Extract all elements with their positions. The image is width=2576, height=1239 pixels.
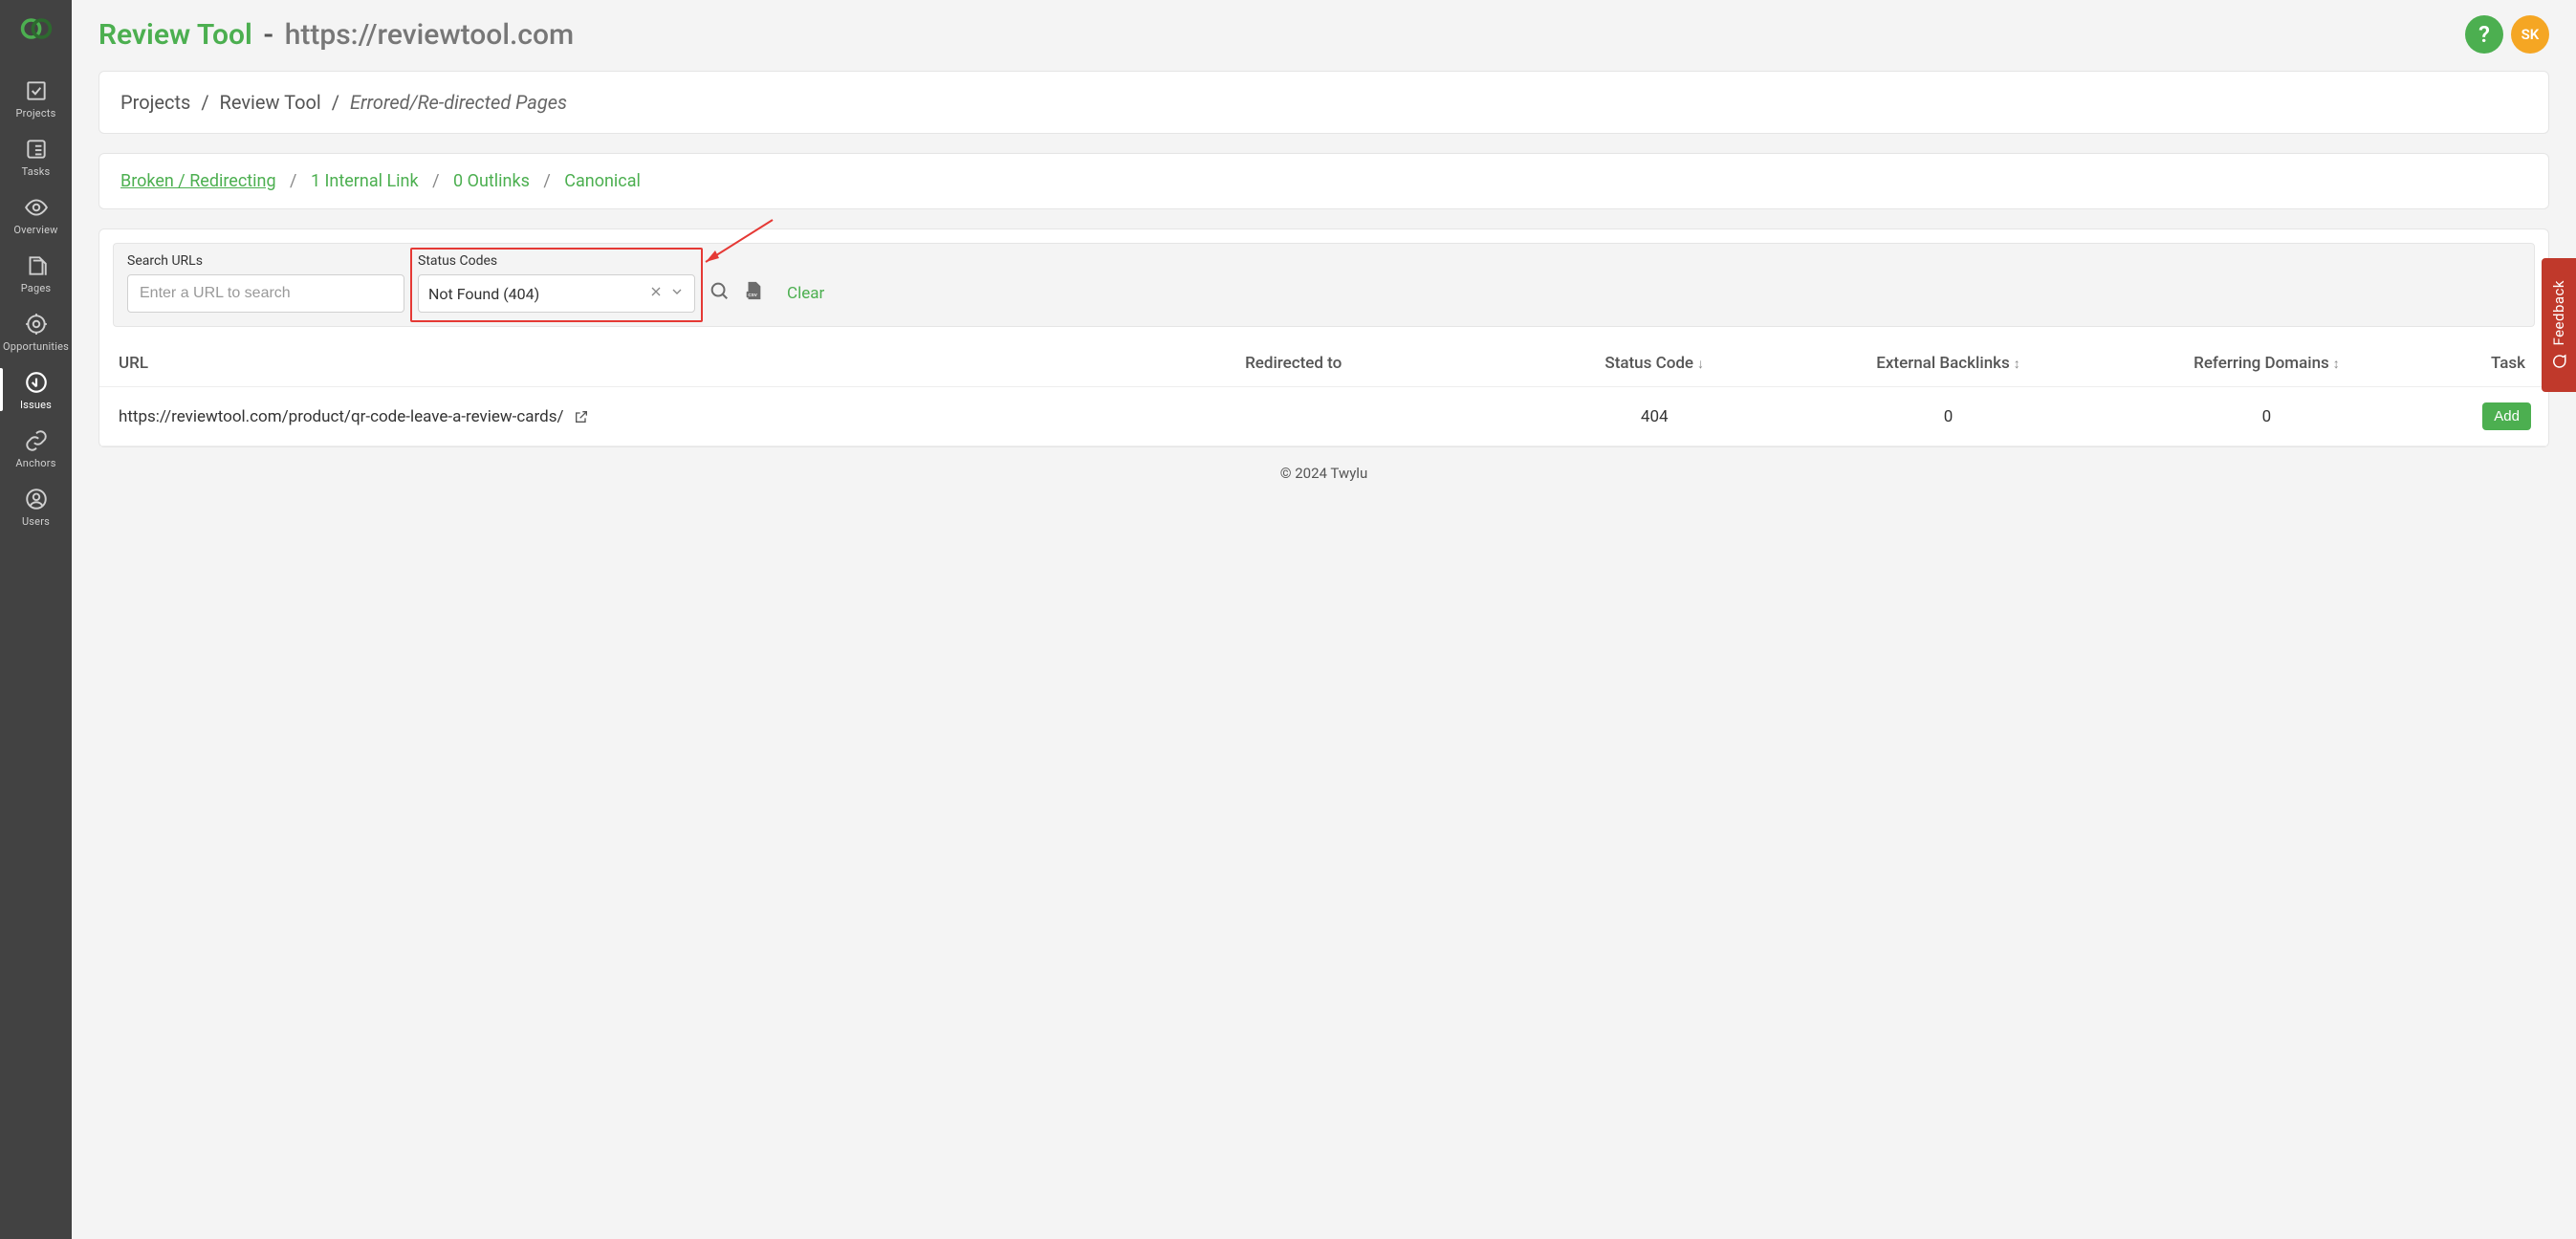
nav-tasks[interactable]: Tasks bbox=[0, 127, 72, 185]
page-title: Review Tool - https://reviewtool.com bbox=[98, 18, 574, 52]
tabs: Broken / Redirecting / 1 Internal Link /… bbox=[99, 154, 2548, 208]
nav-label: Opportunities bbox=[3, 340, 69, 353]
nav-pages[interactable]: Pages bbox=[0, 244, 72, 302]
cell-redirected bbox=[1226, 387, 1519, 446]
breadcrumb-sep: / bbox=[326, 91, 345, 114]
chat-icon bbox=[2550, 353, 2567, 370]
col-backlinks[interactable]: External Backlinks↕ bbox=[1789, 340, 2107, 387]
help-button[interactable]: ? bbox=[2465, 15, 2503, 54]
col-redirected[interactable]: Redirected to bbox=[1226, 340, 1519, 387]
sidebar: Projects Tasks Overview Pages Opportunit… bbox=[0, 0, 72, 1239]
cell-task: Add bbox=[2426, 387, 2548, 446]
cell-domains: 0 bbox=[2107, 387, 2426, 446]
search-field: Search URLs bbox=[127, 253, 404, 313]
avatar-initials: SK bbox=[2521, 26, 2540, 43]
project-url: https://reviewtool.com bbox=[285, 18, 574, 52]
tab-sep: / bbox=[423, 171, 448, 191]
main-content: Review Tool - https://reviewtool.com ? S… bbox=[72, 0, 2576, 1239]
search-button[interactable] bbox=[709, 280, 730, 305]
nav-anchors[interactable]: Anchors bbox=[0, 419, 72, 477]
status-label: Status Codes bbox=[418, 253, 695, 269]
nav-label: Anchors bbox=[15, 457, 55, 469]
cell-backlinks: 0 bbox=[1789, 387, 2107, 446]
tab-broken-redirecting[interactable]: Broken / Redirecting bbox=[120, 171, 276, 191]
status-highlight-annotation: Status Codes Not Found (404) bbox=[410, 248, 703, 322]
status-select[interactable]: Not Found (404) bbox=[418, 274, 695, 313]
nav-projects[interactable]: Projects bbox=[0, 69, 72, 127]
sort-icon: ↕ bbox=[2014, 357, 2020, 372]
clear-select-icon[interactable] bbox=[648, 284, 664, 303]
topbar: Review Tool - https://reviewtool.com ? S… bbox=[72, 0, 2576, 61]
tab-sep: / bbox=[280, 171, 306, 191]
clear-filters-button[interactable]: Clear bbox=[787, 284, 824, 303]
table-row: https://reviewtool.com/product/qr-code-l… bbox=[99, 387, 2548, 446]
results-table: URL Redirected to Status Code↓ External … bbox=[99, 340, 2548, 446]
user-avatar[interactable]: SK bbox=[2511, 15, 2549, 54]
export-csv-button[interactable]: CSV bbox=[743, 280, 764, 305]
nav-label: Projects bbox=[16, 107, 56, 120]
cell-status: 404 bbox=[1519, 387, 1789, 446]
col-domains[interactable]: Referring Domains↕ bbox=[2107, 340, 2426, 387]
breadcrumb-sep: / bbox=[195, 91, 214, 114]
breadcrumb-current: Errored/Re-directed Pages bbox=[350, 91, 567, 114]
add-task-button[interactable]: Add bbox=[2482, 402, 2531, 430]
results-card: Search URLs Status Codes Not Found (404) bbox=[98, 228, 2549, 447]
tab-internal-link[interactable]: 1 Internal Link bbox=[311, 171, 419, 191]
nav-issues[interactable]: Issues bbox=[0, 360, 72, 419]
tab-canonical[interactable]: Canonical bbox=[564, 171, 641, 191]
svg-text:CSV: CSV bbox=[748, 293, 757, 297]
feedback-label: Feedback bbox=[2550, 280, 2567, 346]
nav-label: Users bbox=[22, 515, 50, 528]
col-task: Task bbox=[2426, 340, 2548, 387]
tab-outlinks[interactable]: 0 Outlinks bbox=[453, 171, 530, 191]
external-link-icon[interactable] bbox=[574, 409, 589, 424]
nav-label: Pages bbox=[21, 282, 52, 294]
tabs-card: Broken / Redirecting / 1 Internal Link /… bbox=[98, 153, 2549, 209]
nav-label: Issues bbox=[20, 399, 52, 411]
table-header-row: URL Redirected to Status Code↓ External … bbox=[99, 340, 2548, 387]
breadcrumb-projects[interactable]: Projects bbox=[120, 91, 190, 114]
col-url[interactable]: URL bbox=[99, 340, 1226, 387]
nav-opportunities[interactable]: Opportunities bbox=[0, 302, 72, 360]
help-icon: ? bbox=[2478, 21, 2490, 48]
cell-url: https://reviewtool.com/product/qr-code-l… bbox=[99, 387, 1226, 446]
title-separator: - bbox=[259, 18, 277, 52]
footer: © 2024 Twylu bbox=[72, 447, 2576, 491]
nav-users[interactable]: Users bbox=[0, 477, 72, 535]
app-logo-icon bbox=[19, 11, 54, 46]
breadcrumb-card: Projects / Review Tool / Errored/Re-dire… bbox=[98, 71, 2549, 134]
nav-overview[interactable]: Overview bbox=[0, 185, 72, 244]
project-name: Review Tool bbox=[98, 18, 252, 52]
nav-label: Tasks bbox=[22, 165, 51, 178]
sort-icon: ↕ bbox=[2333, 357, 2340, 372]
tab-sep: / bbox=[534, 171, 559, 191]
chevron-down-icon[interactable] bbox=[669, 284, 685, 303]
nav-label: Overview bbox=[13, 224, 57, 236]
search-label: Search URLs bbox=[127, 253, 404, 269]
filter-bar: Search URLs Status Codes Not Found (404) bbox=[113, 243, 2535, 327]
breadcrumb: Projects / Review Tool / Errored/Re-dire… bbox=[99, 72, 2548, 133]
feedback-tab[interactable]: Feedback bbox=[2542, 258, 2576, 392]
sort-down-icon: ↓ bbox=[1697, 357, 1704, 372]
status-value: Not Found (404) bbox=[428, 285, 539, 303]
status-field: Status Codes Not Found (404) bbox=[418, 253, 695, 313]
col-status[interactable]: Status Code↓ bbox=[1519, 340, 1789, 387]
search-input[interactable] bbox=[127, 274, 404, 313]
breadcrumb-project[interactable]: Review Tool bbox=[220, 91, 321, 114]
